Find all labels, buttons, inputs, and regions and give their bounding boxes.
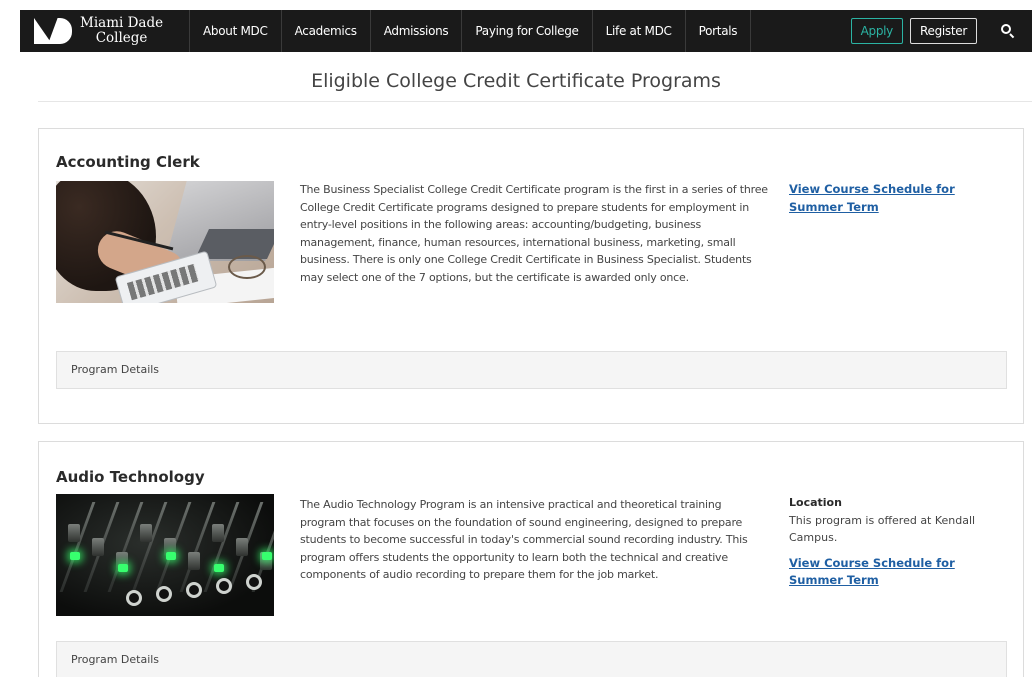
location-heading: Location xyxy=(789,496,842,509)
nav-item-academics[interactable]: Academics xyxy=(282,10,371,52)
program-sidebar: View Course Schedule for Summer Term xyxy=(789,181,1007,216)
program-details-toggle[interactable]: Program Details xyxy=(56,351,1007,389)
top-navigation: Miami Dade College About MDC Academics A… xyxy=(20,10,1032,52)
nav-item-admissions[interactable]: Admissions xyxy=(371,10,463,52)
program-card-accounting-clerk: Accounting Clerk The Business Specialist… xyxy=(38,128,1024,424)
program-title: Audio Technology xyxy=(56,468,205,486)
nav-item-life-at-mdc[interactable]: Life at MDC xyxy=(593,10,686,52)
program-image-audio xyxy=(56,494,274,616)
nav-actions: Apply Register xyxy=(850,10,1032,52)
program-image-accounting xyxy=(56,181,274,303)
nav-item-paying-for-college[interactable]: Paying for College xyxy=(462,10,593,52)
program-title: Accounting Clerk xyxy=(56,153,200,171)
nav-item-portals[interactable]: Portals xyxy=(686,10,752,52)
page-title: Eligible College Credit Certificate Prog… xyxy=(311,70,721,92)
register-button[interactable]: Register xyxy=(909,18,977,44)
program-description: The Audio Technology Program is an inten… xyxy=(300,498,748,581)
nav-menu: About MDC Academics Admissions Paying fo… xyxy=(190,10,752,52)
mdc-logo[interactable]: Miami Dade College xyxy=(20,10,190,52)
logo-line1: Miami Dade xyxy=(80,15,164,31)
mdc-logo-mark-icon xyxy=(34,18,72,44)
program-description: The Business Specialist College Credit C… xyxy=(300,183,768,284)
nav-item-about-mdc[interactable]: About MDC xyxy=(190,10,282,52)
program-details-toggle[interactable]: Program Details xyxy=(56,641,1007,677)
search-icon[interactable] xyxy=(996,19,1020,43)
location-text: This program is offered at Kendall Campu… xyxy=(789,513,976,545)
view-course-schedule-link[interactable]: View Course Schedule for Summer Term xyxy=(789,181,1007,216)
logo-line2: College xyxy=(95,30,148,46)
program-sidebar: Location This program is offered at Kend… xyxy=(789,494,1007,590)
title-divider xyxy=(38,101,1032,102)
apply-button[interactable]: Apply xyxy=(850,18,903,44)
program-card-audio-technology: Audio Technology The Audio Technology Pr… xyxy=(38,441,1024,677)
view-course-schedule-link[interactable]: View Course Schedule for Summer Term xyxy=(789,555,1007,590)
logo-text: Miami Dade College xyxy=(80,16,163,46)
